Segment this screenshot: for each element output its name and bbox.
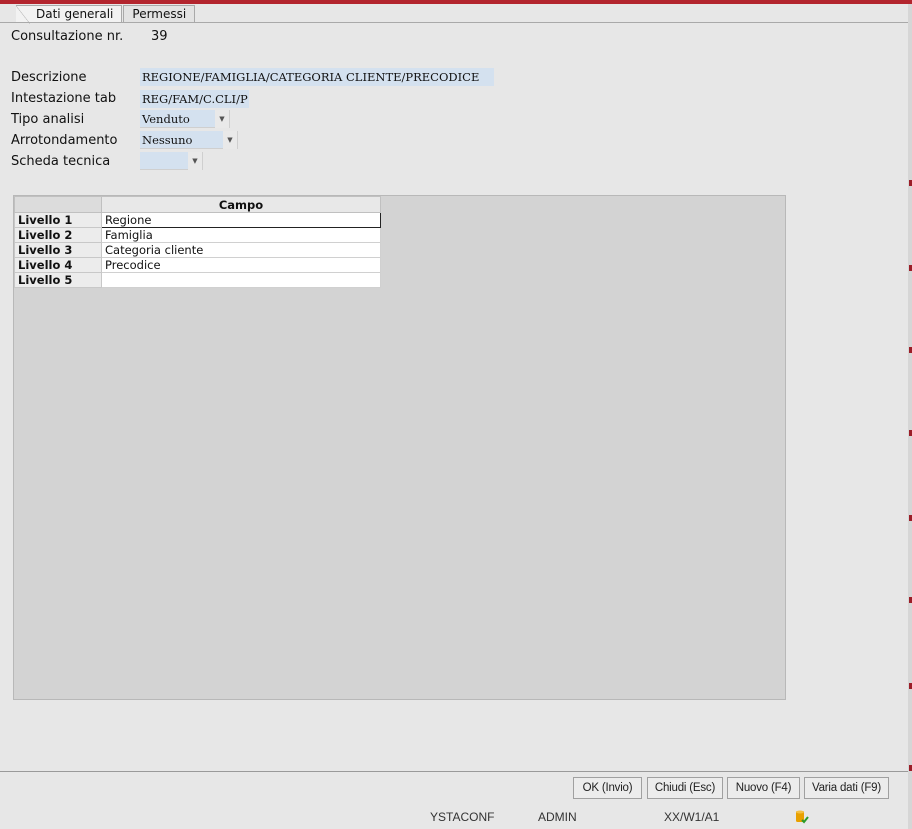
grid-row-header[interactable]: Livello 1 <box>14 212 102 228</box>
grid-row-header[interactable]: Livello 3 <box>14 242 102 258</box>
tab-dati-generali[interactable]: Dati generali <box>16 5 123 24</box>
varia-dati-button[interactable]: Varia dati (F9) <box>804 777 889 799</box>
status-session: XX/W1/A1 <box>664 810 720 824</box>
tipo-analisi-value: Venduto <box>142 112 190 126</box>
tipo-analisi-label: Tipo analisi <box>11 112 85 127</box>
scheda-tecnica-label: Scheda tecnica <box>11 154 111 169</box>
chevron-down-icon[interactable]: ▼ <box>188 152 202 170</box>
chiudi-button[interactable]: Chiudi (Esc) <box>647 777 723 799</box>
grid-row-header[interactable]: Livello 5 <box>14 272 102 288</box>
grid-cell-campo[interactable]: Regione <box>101 212 381 228</box>
intestazione-label: Intestazione tab <box>11 91 117 106</box>
tab-bar: Dati generali Permessi <box>16 5 196 24</box>
window-top-accent <box>0 0 912 4</box>
tipo-analisi-select[interactable]: Venduto ▼ <box>140 110 230 128</box>
status-user: ADMIN <box>538 810 577 824</box>
grid-cell-campo[interactable] <box>101 272 381 288</box>
consultazione-value: 39 <box>151 29 168 44</box>
nuovo-button[interactable]: Nuovo (F4) <box>727 777 800 799</box>
grid-cell-campo[interactable]: Categoria cliente <box>101 242 381 258</box>
arrotondamento-label: Arrotondamento <box>11 133 118 148</box>
grid-cell-campo[interactable]: Precodice <box>101 257 381 273</box>
table-row: Livello 2 Famiglia <box>14 227 381 243</box>
table-row: Livello 1 Regione <box>14 212 381 228</box>
grid-row-header[interactable]: Livello 2 <box>14 227 102 243</box>
scheda-tecnica-select[interactable]: ▼ <box>140 152 203 170</box>
consultazione-label: Consultazione nr. <box>11 29 124 44</box>
grid-cell-campo[interactable]: Famiglia <box>101 227 381 243</box>
grid-row-header[interactable]: Livello 4 <box>14 257 102 273</box>
tab-divider <box>0 22 908 23</box>
grid-corner <box>14 196 102 213</box>
arrotondamento-value: Nessuno <box>142 133 193 147</box>
chevron-down-icon[interactable]: ▼ <box>223 131 237 149</box>
chevron-down-icon[interactable]: ▼ <box>215 110 229 128</box>
arrotondamento-select[interactable]: Nessuno ▼ <box>140 131 238 149</box>
ok-button[interactable]: OK (Invio) <box>573 777 642 799</box>
footer-divider <box>0 771 908 772</box>
descrizione-label: Descrizione <box>11 70 87 85</box>
grid-column-header-campo[interactable]: Campo <box>101 196 381 213</box>
descrizione-field[interactable]: REGIONE/FAMIGLIA/CATEGORIA CLIENTE/PRECO… <box>140 68 494 86</box>
table-row: Livello 4 Precodice <box>14 257 381 273</box>
database-check-icon <box>796 810 809 824</box>
table-row: Livello 3 Categoria cliente <box>14 242 381 258</box>
livelli-grid: Campo Livello 1 Regione Livello 2 Famigl… <box>14 196 381 288</box>
intestazione-field[interactable]: REG/FAM/C.CLI/P <box>140 90 249 108</box>
livelli-grid-panel: Campo Livello 1 Regione Livello 2 Famigl… <box>13 195 786 700</box>
tab-permessi[interactable]: Permessi <box>123 5 196 23</box>
status-program: YSTACONF <box>430 810 495 824</box>
table-row: Livello 5 <box>14 272 381 288</box>
window-right-edge <box>908 4 912 829</box>
